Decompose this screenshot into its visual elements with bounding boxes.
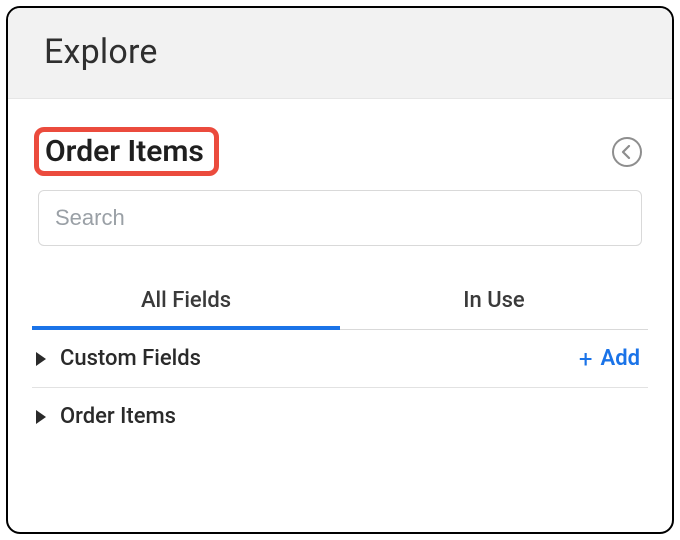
section-order-items[interactable]: Order Items (32, 388, 648, 445)
section-custom-fields[interactable]: Custom Fields + Add (32, 330, 648, 388)
tab-in-use[interactable]: In Use (340, 274, 648, 329)
title-highlight-box: Order Items (34, 127, 219, 176)
panel-header: Explore (8, 8, 672, 99)
section-left: Custom Fields (32, 346, 201, 371)
tab-label: In Use (463, 288, 524, 313)
panel-title: Order Items (45, 134, 204, 169)
section-label: Order Items (60, 404, 176, 429)
title-row: Order Items (32, 127, 648, 176)
search-wrap (32, 190, 648, 246)
tab-label: All Fields (141, 288, 231, 313)
explore-panel: Explore Order Items All Fields In Use (6, 6, 674, 534)
tab-all-fields[interactable]: All Fields (32, 274, 340, 329)
collapse-button[interactable] (612, 137, 642, 167)
plus-icon: + (579, 347, 593, 371)
panel-content: Order Items All Fields In Use Custom Fie… (8, 99, 672, 532)
caret-right-icon (36, 352, 46, 366)
header-title: Explore (44, 32, 636, 72)
section-left: Order Items (32, 404, 176, 429)
add-custom-field-button[interactable]: + Add (579, 346, 640, 371)
caret-right-icon (36, 410, 46, 424)
section-label: Custom Fields (60, 346, 201, 371)
tabs: All Fields In Use (32, 274, 648, 330)
add-label: Add (601, 346, 640, 371)
search-input[interactable] (38, 190, 642, 246)
chevron-left-icon (621, 145, 633, 159)
